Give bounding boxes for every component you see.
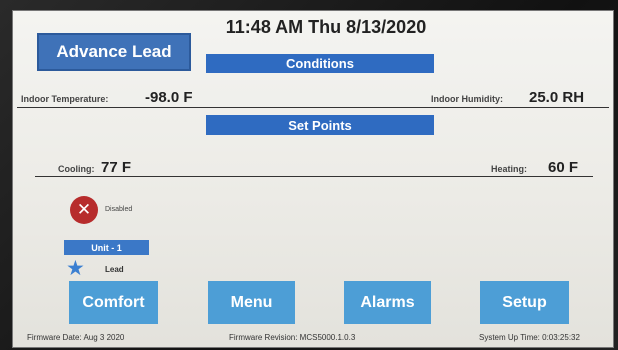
star-icon: ★: [66, 257, 85, 280]
alarms-button[interactable]: Alarms: [344, 281, 431, 324]
comfort-button[interactable]: Comfort: [69, 281, 158, 324]
menu-button[interactable]: Menu: [208, 281, 295, 324]
indoor-humidity-value: 25.0 RH: [529, 89, 585, 106]
clock: 11:48 AM Thu 8/13/2020: [225, 17, 427, 37]
setup-button[interactable]: Setup: [480, 281, 569, 324]
touch-screen: 11:48 AM Thu 8/13/2020 Advance Lead Cond…: [12, 10, 614, 348]
cooling-value[interactable]: 77 F: [101, 159, 131, 176]
conditions-header: Conditions: [206, 54, 434, 73]
cooling-label: Cooling:: [58, 164, 95, 174]
firmware-date: Firmware Date: Aug 3 2020: [27, 333, 125, 342]
advance-lead-button[interactable]: Advance Lead: [37, 33, 191, 71]
heating-label: Heating:: [491, 164, 527, 174]
unit-status-label: Disabled: [105, 206, 133, 213]
indoor-temperature-value: -98.0 F: [145, 89, 193, 106]
conditions-divider: [17, 107, 609, 108]
x-circle-icon: ✕: [70, 196, 98, 224]
set-points-header: Set Points: [206, 115, 434, 135]
heating-value[interactable]: 60 F: [548, 159, 578, 176]
indoor-humidity-label: Indoor Humidity:: [431, 94, 503, 104]
unit-name-badge[interactable]: Unit - 1: [64, 240, 149, 255]
firmware-revision: Firmware Revision: MCS5000.1.0.3: [229, 333, 356, 342]
setpoints-divider: [35, 176, 593, 177]
system-uptime: System Up Time: 0:03:25:32: [479, 333, 580, 342]
indoor-temperature-label: Indoor Temperature:: [21, 94, 109, 104]
unit-role-label: Lead: [105, 265, 124, 274]
